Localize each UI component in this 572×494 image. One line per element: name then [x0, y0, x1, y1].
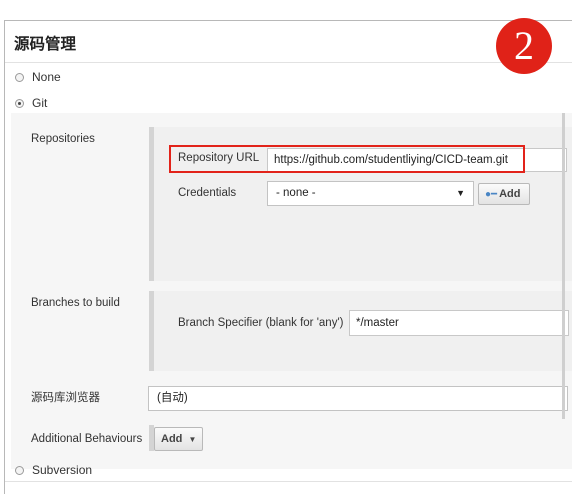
radio-subversion[interactable] — [15, 465, 24, 475]
caret-down-icon: ▼ — [188, 435, 197, 444]
behaviours-label: Additional Behaviours — [31, 433, 143, 445]
branches-label: Branches to build — [31, 297, 120, 309]
scm-option-none[interactable]: None — [15, 70, 61, 84]
scm-option-git[interactable]: Git — [15, 96, 47, 110]
scm-option-git-label: Git — [32, 96, 48, 110]
bottom-divider — [5, 481, 572, 482]
right-scroll-strip — [562, 113, 565, 419]
key-icon: ●━ — [485, 189, 498, 200]
radio-none[interactable] — [15, 72, 24, 82]
behaviours-add-button[interactable]: Add ▼ — [154, 427, 204, 451]
browser-label: 源码库浏览器 — [31, 392, 100, 404]
title-divider — [5, 62, 572, 63]
step-number-badge: 2 — [496, 18, 552, 74]
credentials-select-value: - none - — [276, 187, 316, 199]
credentials-add-button[interactable]: ●━ Add — [478, 183, 530, 205]
behaviours-add-label: Add — [161, 433, 183, 445]
credentials-add-label: Add — [499, 188, 521, 200]
browser-select[interactable]: (自动) — [148, 386, 568, 411]
scm-option-none-label: None — [32, 70, 61, 84]
scm-config-panel: 源码管理 None Git Repositories Branches to b… — [4, 20, 572, 494]
radio-git[interactable] — [15, 98, 24, 108]
credentials-select[interactable]: - none - ▼ — [267, 181, 474, 206]
branch-specifier-input[interactable]: */master — [349, 310, 569, 336]
branch-specifier-label: Branch Specifier (blank for 'any') — [178, 317, 344, 329]
caret-down-icon: ▼ — [456, 188, 465, 198]
browser-select-value: (自动) — [157, 392, 188, 404]
credentials-label: Credentials — [178, 187, 237, 199]
scm-option-subversion-label: Subversion — [32, 463, 93, 477]
repository-url-label: Repository URL — [178, 152, 260, 164]
repositories-label: Repositories — [31, 133, 95, 145]
scm-option-subversion[interactable]: Subversion — [15, 463, 92, 477]
repository-url-input[interactable]: https://github.com/studentliying/CICD-te… — [267, 148, 567, 172]
section-title: 源码管理 — [14, 35, 77, 53]
